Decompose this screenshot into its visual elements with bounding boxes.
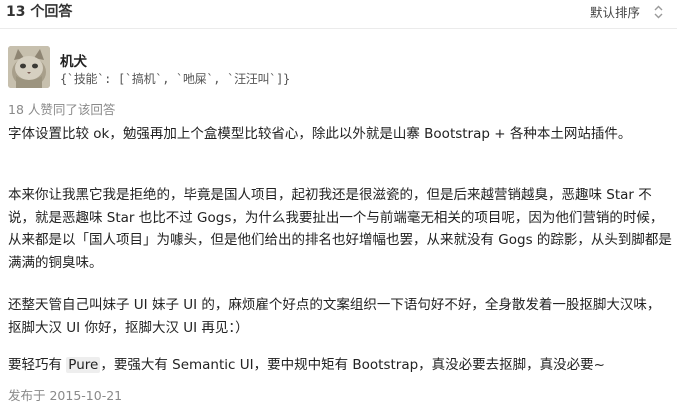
vote-count[interactable]: 18 人赞同了该回答 xyxy=(8,99,115,118)
author-name[interactable]: 机犬 xyxy=(60,50,87,70)
sort-label: 默认排序 xyxy=(589,5,640,20)
paragraph: 要轻巧有 Pure ，要强大有 Semantic UI，要中规中矩有 Bootst… xyxy=(8,354,605,377)
paragraph: 本来你让我黑它我是拒绝的，毕竟是国人项目，起初我还是很滋瓷的，但是后来越营销越臭… xyxy=(8,187,672,271)
publish-date[interactable]: 发布于 2015-10-21 xyxy=(8,385,122,404)
text: 要轻巧有 xyxy=(8,357,67,373)
sort-chevron-icon xyxy=(654,5,663,19)
answers-header: 13 个回答 默认排序 xyxy=(0,0,677,29)
answer-count: 13 个回答 xyxy=(6,4,73,20)
author-bio: {`技能`: [`搞机`, `吔屎`, `汪汪叫`]} xyxy=(60,72,290,86)
text: ，要强大有 Semantic UI，要中规中矩有 Bootstrap，真没必要去… xyxy=(100,357,605,373)
avatar[interactable] xyxy=(8,46,50,88)
paragraph: 还整天管自己叫妹子 UI 妹子 UI 的，麻烦雇个好点的文案组织一下语句好不好，… xyxy=(8,297,661,336)
inline-code-pure: Pure xyxy=(66,357,101,373)
author-info: 机犬 {`技能`: [`搞机`, `吔屎`, `汪汪叫`]} xyxy=(8,46,668,90)
sort-dropdown[interactable]: 默认排序 xyxy=(590,2,663,21)
paragraph: 字体设置比较 ok，勉强再加上个盒模型比较省心，除此以外就是山寨 Bootstr… xyxy=(8,126,632,142)
